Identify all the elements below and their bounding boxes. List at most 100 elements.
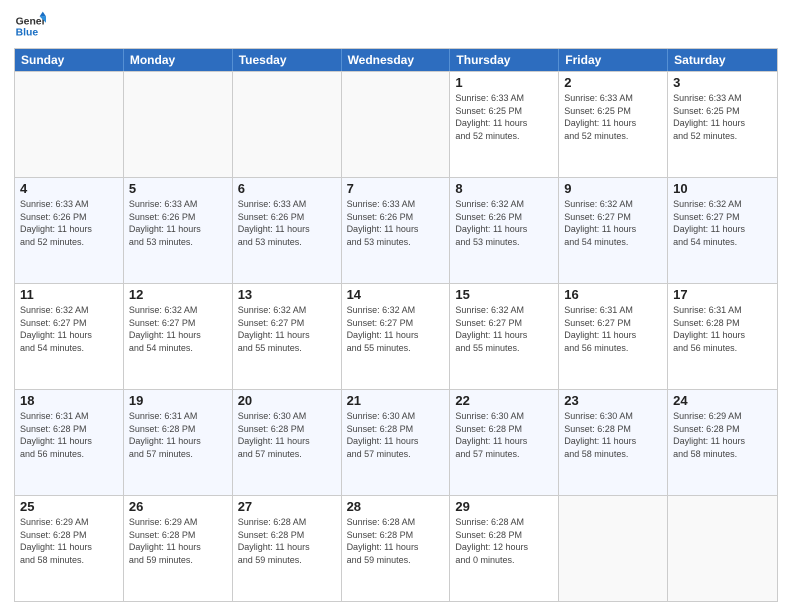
day-info: Sunrise: 6:32 AM Sunset: 6:27 PM Dayligh… xyxy=(347,304,445,354)
calendar-cell: 27 Sunrise: 6:28 AM Sunset: 6:28 PM Dayli… xyxy=(233,496,342,601)
calendar-cell: 5 Sunrise: 6:33 AM Sunset: 6:26 PM Daylig… xyxy=(124,178,233,283)
calendar-cell: 23Sunrise: 6:30 AM Sunset: 6:28 PM Dayli… xyxy=(559,390,668,495)
calendar-row: 25Sunrise: 6:29 AM Sunset: 6:28 PM Dayli… xyxy=(15,495,777,601)
header-cell-monday: Monday xyxy=(124,49,233,71)
day-number: 4 xyxy=(20,181,118,196)
calendar-cell: 10 Sunrise: 6:32 AM Sunset: 6:27 PM Dayli… xyxy=(668,178,777,283)
day-number: 27 xyxy=(238,499,336,514)
day-info: Sunrise: 6:32 AM Sunset: 6:26 PM Dayligh… xyxy=(455,198,553,248)
header-cell-thursday: Thursday xyxy=(450,49,559,71)
calendar-cell: 8 Sunrise: 6:32 AM Sunset: 6:26 PM Daylig… xyxy=(450,178,559,283)
day-number: 13 xyxy=(238,287,336,302)
day-number: 8 xyxy=(455,181,553,196)
day-number: 16 xyxy=(564,287,662,302)
calendar-cell: 28 Sunrise: 6:28 AM Sunset: 6:28 PM Dayli… xyxy=(342,496,451,601)
day-info: Sunrise: 6:32 AM Sunset: 6:27 PM Dayligh… xyxy=(238,304,336,354)
logo-icon: General Blue xyxy=(14,10,46,42)
day-number: 22 xyxy=(455,393,553,408)
header-cell-wednesday: Wednesday xyxy=(342,49,451,71)
calendar-cell: 29 Sunrise: 6:28 AM Sunset: 6:28 PM Dayli… xyxy=(450,496,559,601)
day-number: 28 xyxy=(347,499,445,514)
day-info: Sunrise: 6:29 AM Sunset: 6:28 PM Dayligh… xyxy=(20,516,118,566)
calendar-row: 4 Sunrise: 6:33 AM Sunset: 6:26 PM Daylig… xyxy=(15,177,777,283)
calendar-cell xyxy=(559,496,668,601)
day-info: Sunrise: 6:33 AM Sunset: 6:26 PM Dayligh… xyxy=(347,198,445,248)
calendar-row: 11 Sunrise: 6:32 AM Sunset: 6:27 PM Dayli… xyxy=(15,283,777,389)
day-number: 29 xyxy=(455,499,553,514)
calendar-cell xyxy=(668,496,777,601)
day-info: Sunrise: 6:32 AM Sunset: 6:27 PM Dayligh… xyxy=(455,304,553,354)
day-number: 5 xyxy=(129,181,227,196)
calendar-cell: 14 Sunrise: 6:32 AM Sunset: 6:27 PM Dayli… xyxy=(342,284,451,389)
logo: General Blue xyxy=(14,10,46,42)
day-info: Sunrise: 6:32 AM Sunset: 6:27 PM Dayligh… xyxy=(564,198,662,248)
day-number: 20 xyxy=(238,393,336,408)
header-cell-saturday: Saturday xyxy=(668,49,777,71)
calendar-cell: 22 Sunrise: 6:30 AM Sunset: 6:28 PM Dayli… xyxy=(450,390,559,495)
calendar-cell: 6 Sunrise: 6:33 AM Sunset: 6:26 PM Daylig… xyxy=(233,178,342,283)
day-info: Sunrise: 6:33 AM Sunset: 6:25 PM Dayligh… xyxy=(673,92,772,142)
day-number: 19 xyxy=(129,393,227,408)
day-number: 15 xyxy=(455,287,553,302)
day-number: 18 xyxy=(20,393,118,408)
day-info: Sunrise: 6:32 AM Sunset: 6:27 PM Dayligh… xyxy=(673,198,772,248)
day-info: Sunrise: 6:29 AM Sunset: 6:28 PM Dayligh… xyxy=(673,410,772,460)
day-number: 17 xyxy=(673,287,772,302)
calendar-cell: 7Sunrise: 6:33 AM Sunset: 6:26 PM Daylig… xyxy=(342,178,451,283)
day-number: 3 xyxy=(673,75,772,90)
day-info: Sunrise: 6:33 AM Sunset: 6:26 PM Dayligh… xyxy=(20,198,118,248)
day-number: 10 xyxy=(673,181,772,196)
day-number: 9 xyxy=(564,181,662,196)
calendar-cell: 11 Sunrise: 6:32 AM Sunset: 6:27 PM Dayli… xyxy=(15,284,124,389)
day-info: Sunrise: 6:33 AM Sunset: 6:26 PM Dayligh… xyxy=(238,198,336,248)
day-info: Sunrise: 6:31 AM Sunset: 6:27 PM Dayligh… xyxy=(564,304,662,354)
day-info: Sunrise: 6:30 AM Sunset: 6:28 PM Dayligh… xyxy=(564,410,662,460)
header-cell-tuesday: Tuesday xyxy=(233,49,342,71)
calendar-cell: 1 Sunrise: 6:33 AM Sunset: 6:25 PM Daylig… xyxy=(450,72,559,177)
day-info: Sunrise: 6:33 AM Sunset: 6:25 PM Dayligh… xyxy=(455,92,553,142)
day-info: Sunrise: 6:30 AM Sunset: 6:28 PM Dayligh… xyxy=(455,410,553,460)
calendar-cell: 25Sunrise: 6:29 AM Sunset: 6:28 PM Dayli… xyxy=(15,496,124,601)
calendar-cell xyxy=(124,72,233,177)
calendar-row: 1 Sunrise: 6:33 AM Sunset: 6:25 PM Daylig… xyxy=(15,71,777,177)
day-info: Sunrise: 6:31 AM Sunset: 6:28 PM Dayligh… xyxy=(129,410,227,460)
page-header: General Blue xyxy=(14,10,778,42)
day-info: Sunrise: 6:30 AM Sunset: 6:28 PM Dayligh… xyxy=(238,410,336,460)
day-number: 14 xyxy=(347,287,445,302)
calendar-cell xyxy=(15,72,124,177)
calendar-cell xyxy=(342,72,451,177)
calendar-header-row: SundayMondayTuesdayWednesdayThursdayFrid… xyxy=(15,49,777,71)
day-info: Sunrise: 6:31 AM Sunset: 6:28 PM Dayligh… xyxy=(20,410,118,460)
calendar: SundayMondayTuesdayWednesdayThursdayFrid… xyxy=(14,48,778,602)
calendar-cell xyxy=(233,72,342,177)
calendar-cell: 26Sunrise: 6:29 AM Sunset: 6:28 PM Dayli… xyxy=(124,496,233,601)
day-number: 1 xyxy=(455,75,553,90)
calendar-body: 1 Sunrise: 6:33 AM Sunset: 6:25 PM Daylig… xyxy=(15,71,777,601)
calendar-cell: 20 Sunrise: 6:30 AM Sunset: 6:28 PM Dayli… xyxy=(233,390,342,495)
header-cell-friday: Friday xyxy=(559,49,668,71)
calendar-cell: 21 Sunrise: 6:30 AM Sunset: 6:28 PM Dayli… xyxy=(342,390,451,495)
day-info: Sunrise: 6:28 AM Sunset: 6:28 PM Dayligh… xyxy=(238,516,336,566)
day-info: Sunrise: 6:28 AM Sunset: 6:28 PM Dayligh… xyxy=(455,516,553,566)
calendar-cell: 13 Sunrise: 6:32 AM Sunset: 6:27 PM Dayli… xyxy=(233,284,342,389)
day-info: Sunrise: 6:32 AM Sunset: 6:27 PM Dayligh… xyxy=(129,304,227,354)
day-info: Sunrise: 6:33 AM Sunset: 6:26 PM Dayligh… xyxy=(129,198,227,248)
day-number: 2 xyxy=(564,75,662,90)
header-cell-sunday: Sunday xyxy=(15,49,124,71)
calendar-cell: 9 Sunrise: 6:32 AM Sunset: 6:27 PM Daylig… xyxy=(559,178,668,283)
day-number: 21 xyxy=(347,393,445,408)
day-info: Sunrise: 6:32 AM Sunset: 6:27 PM Dayligh… xyxy=(20,304,118,354)
day-number: 12 xyxy=(129,287,227,302)
day-number: 24 xyxy=(673,393,772,408)
calendar-cell: 3 Sunrise: 6:33 AM Sunset: 6:25 PM Daylig… xyxy=(668,72,777,177)
calendar-cell: 4 Sunrise: 6:33 AM Sunset: 6:26 PM Daylig… xyxy=(15,178,124,283)
day-number: 6 xyxy=(238,181,336,196)
day-info: Sunrise: 6:30 AM Sunset: 6:28 PM Dayligh… xyxy=(347,410,445,460)
calendar-cell: 18 Sunrise: 6:31 AM Sunset: 6:28 PM Dayli… xyxy=(15,390,124,495)
day-info: Sunrise: 6:28 AM Sunset: 6:28 PM Dayligh… xyxy=(347,516,445,566)
day-info: Sunrise: 6:33 AM Sunset: 6:25 PM Dayligh… xyxy=(564,92,662,142)
calendar-cell: 17Sunrise: 6:31 AM Sunset: 6:28 PM Dayli… xyxy=(668,284,777,389)
day-number: 11 xyxy=(20,287,118,302)
calendar-cell: 12 Sunrise: 6:32 AM Sunset: 6:27 PM Dayli… xyxy=(124,284,233,389)
calendar-cell: 16 Sunrise: 6:31 AM Sunset: 6:27 PM Dayli… xyxy=(559,284,668,389)
